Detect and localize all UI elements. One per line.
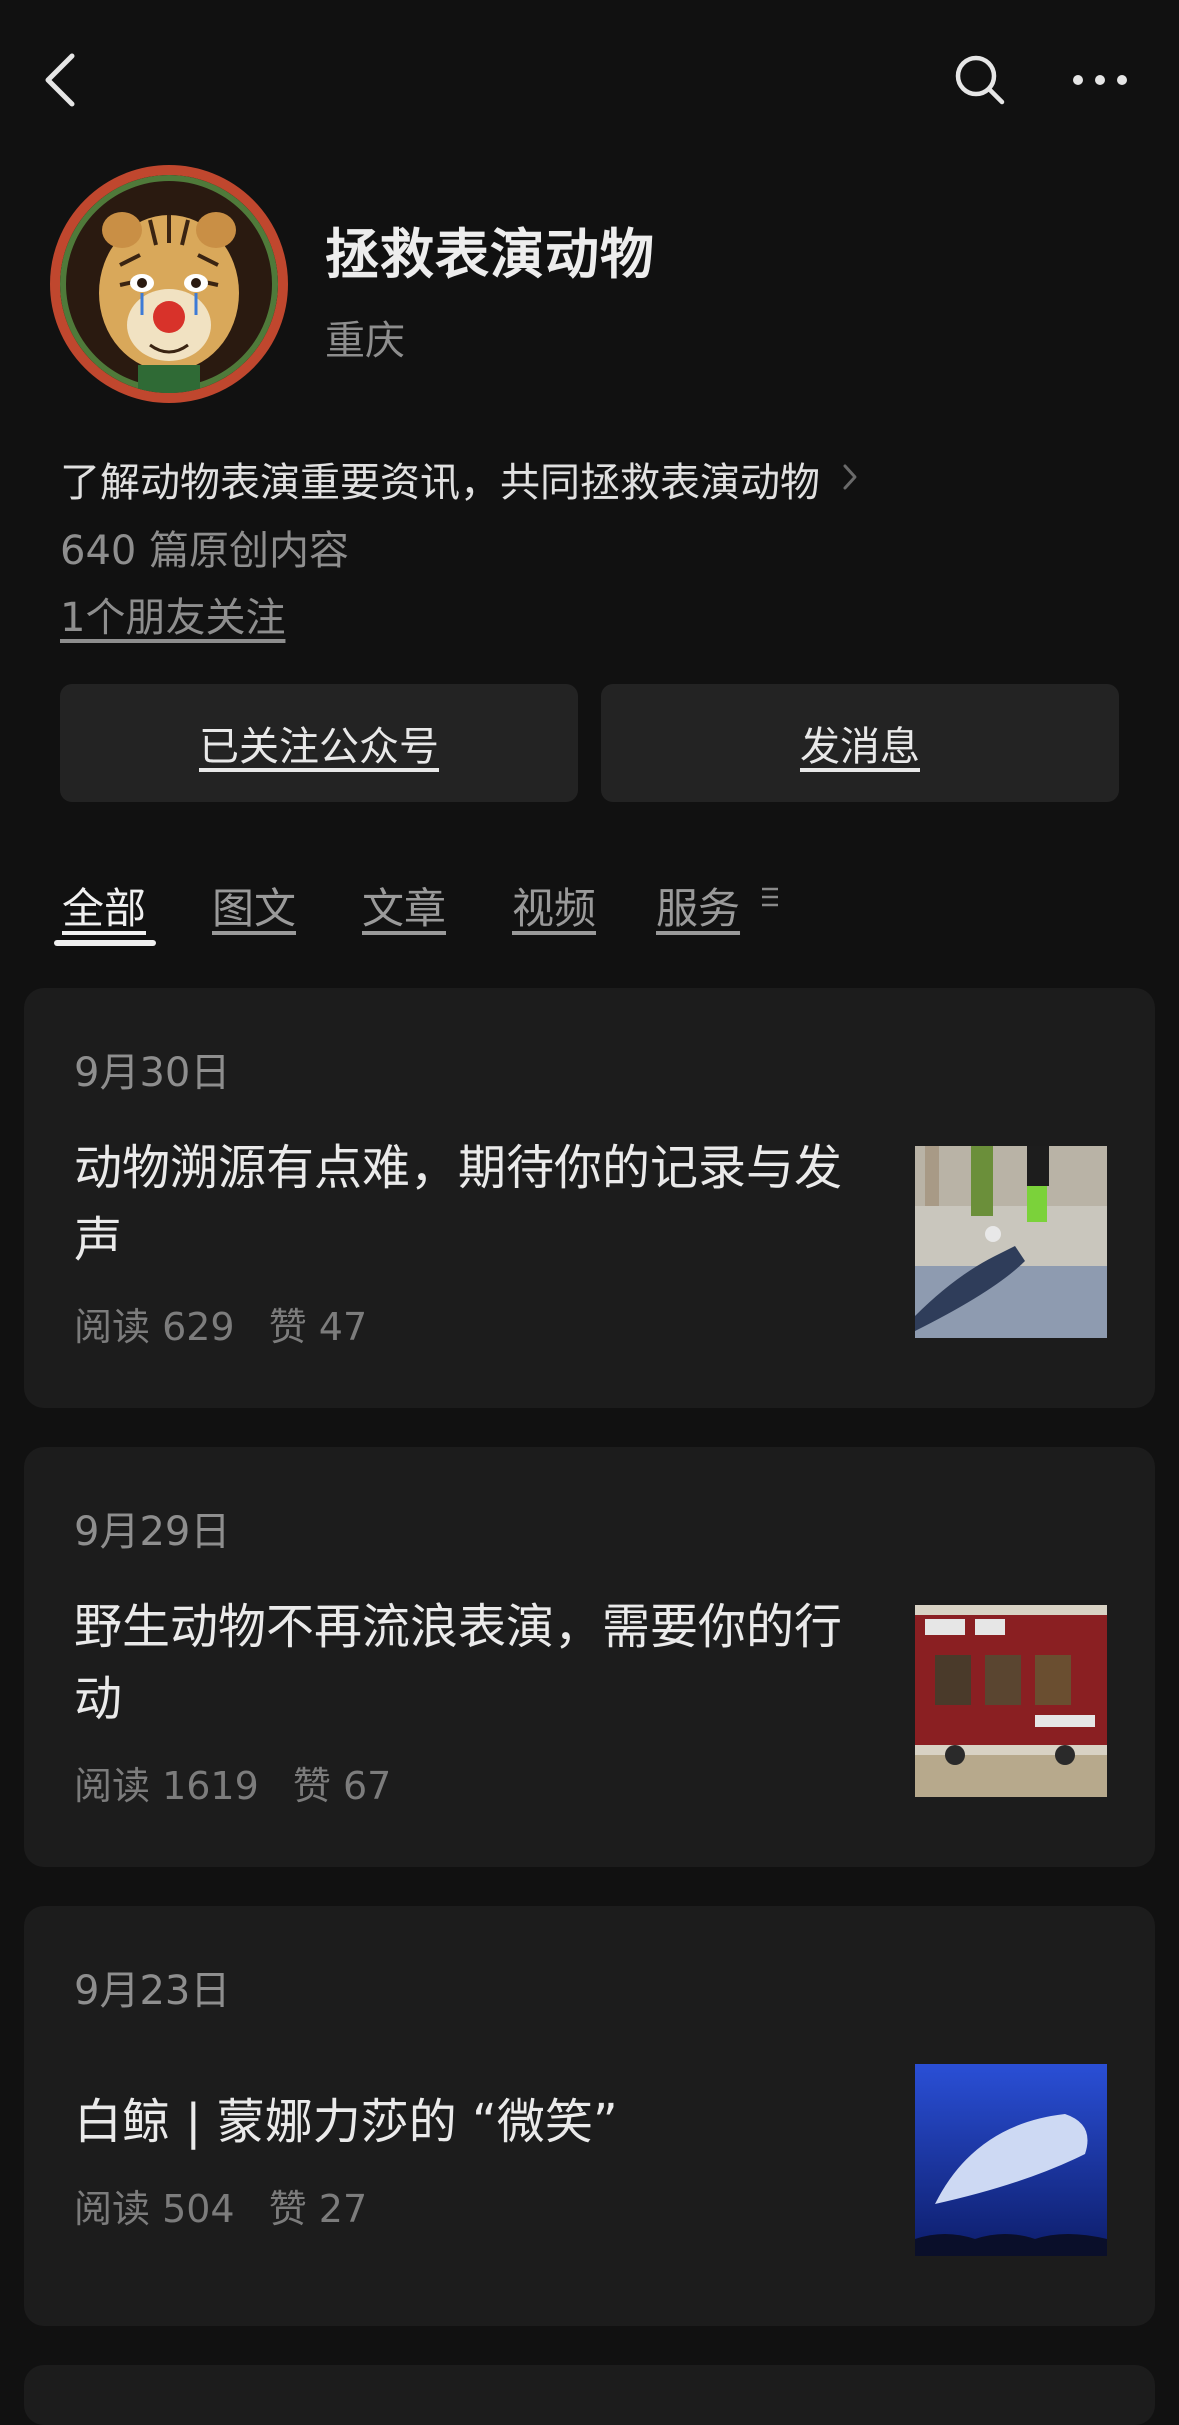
back-button[interactable] [40, 40, 120, 120]
tab-services[interactable]: 服务 [656, 875, 740, 936]
tab-videos[interactable]: 视频 [512, 875, 596, 936]
send-message-button[interactable]: 发消息 [601, 684, 1119, 802]
search-icon [955, 55, 1005, 105]
article-thumbnail[interactable] [915, 2064, 1107, 2256]
tab-all[interactable]: 全部 [62, 875, 146, 936]
article-card-partial[interactable] [24, 2365, 1155, 2425]
back-arrow-icon [45, 53, 75, 107]
account-description-text: 了解动物表演重要资讯，共同拯救表演动物 [60, 460, 820, 506]
like-count: 赞 47 [268, 1305, 368, 1349]
tab-articles[interactable]: 文章 [362, 875, 446, 936]
friends-follow-link[interactable]: 1个朋友关注 [60, 585, 285, 643]
search-button[interactable] [940, 40, 1020, 120]
article-title[interactable]: 动物溯源有点难，期待你的记录与发声 [74, 1132, 874, 1276]
article-card[interactable]: 9月29日 野生动物不再流浪表演，需要你的行动 阅读 1619 赞 67 [24, 1447, 1155, 1867]
followed-account-button[interactable]: 已关注公众号 [60, 684, 578, 802]
article-thumbnail[interactable] [915, 1605, 1107, 1797]
more-button[interactable] [1060, 40, 1140, 120]
article-date: 9月29日 [74, 1509, 231, 1555]
account-name: 拯救表演动物 [325, 223, 655, 286]
chevron-right-icon [842, 459, 858, 500]
article-date: 9月23日 [74, 1968, 231, 2014]
tab-image-text[interactable]: 图文 [212, 875, 296, 936]
original-content-count: 640 篇原创内容 [60, 528, 350, 574]
read-count: 阅读 629 [74, 1305, 235, 1349]
article-card[interactable]: 9月30日 动物溯源有点难，期待你的记录与发声 阅读 629 赞 47 [24, 988, 1155, 1408]
avatar[interactable] [50, 165, 288, 403]
tab-menu-icon[interactable] [760, 885, 780, 909]
article-title[interactable]: 白鲸 | 蒙娜力莎的 “微笑” [74, 2086, 874, 2158]
article-thumbnail[interactable] [915, 1146, 1107, 1338]
active-tab-indicator [54, 940, 156, 946]
article-stats: 阅读 504 赞 27 [74, 2178, 367, 2233]
read-count: 阅读 504 [74, 2187, 235, 2231]
account-description[interactable]: 了解动物表演重要资讯，共同拯救表演动物 [60, 450, 858, 508]
account-location: 重庆 [325, 318, 405, 364]
like-count: 赞 67 [292, 1764, 392, 1808]
article-date: 9月30日 [74, 1050, 231, 1096]
article-stats: 阅读 629 赞 47 [74, 1296, 367, 1351]
article-card[interactable]: 9月23日 白鲸 | 蒙娜力莎的 “微笑” 阅读 504 赞 27 [24, 1906, 1155, 2326]
article-stats: 阅读 1619 赞 67 [74, 1755, 391, 1810]
article-title[interactable]: 野生动物不再流浪表演，需要你的行动 [74, 1591, 874, 1735]
read-count: 阅读 1619 [74, 1764, 259, 1808]
more-dots-icon [1073, 75, 1127, 85]
like-count: 赞 27 [268, 2187, 368, 2231]
